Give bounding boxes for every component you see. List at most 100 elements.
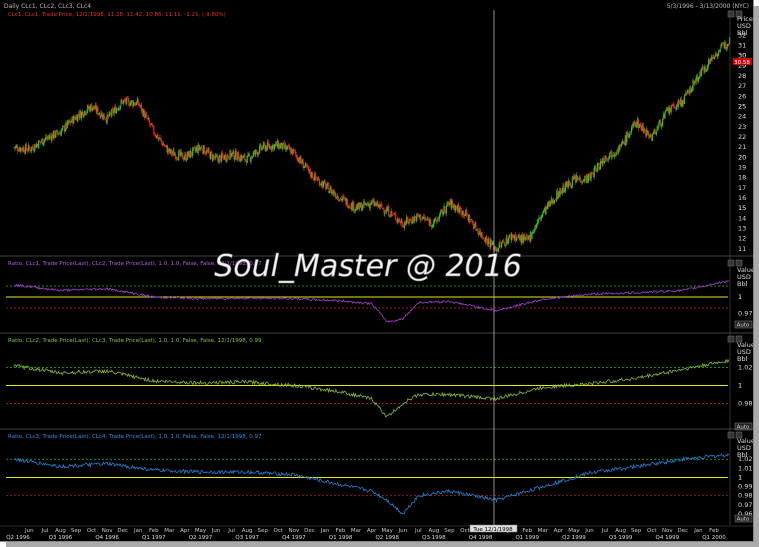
price-candle [430,220,432,225]
price-candle [605,156,607,158]
month-tick-label: Dec [304,528,315,534]
price-candle [362,203,364,208]
price-candle [161,139,163,142]
price-candle [80,111,83,119]
price-candle [611,156,613,158]
price-candle [33,150,35,152]
price-candle [441,210,444,216]
price-candle [160,137,162,140]
quarter-label: Q2 1997 [189,535,213,541]
price-candle [420,214,422,221]
price-candle [61,128,63,131]
price-candle [255,150,258,153]
price-candle [109,112,111,114]
price-candle [234,158,236,160]
price-candle [584,175,586,181]
price-candle [486,236,488,240]
price-candle [318,178,320,180]
quarter-label: Q2 1999 [562,535,586,541]
price-candle [353,202,355,212]
price-candle [154,134,156,137]
price-candle [466,214,468,215]
price-candle [384,212,386,215]
month-tick-label: Apr [180,528,190,534]
price-tick-label: 26 [738,92,746,100]
price-candle [176,157,178,159]
price-candle [413,217,416,222]
price-candle [595,167,597,170]
crosshair-date: Tue 12/1/1998 [472,527,513,533]
price-candle [199,147,202,149]
price-candle [504,245,507,246]
price-candle [469,220,472,222]
price-candle [224,154,227,161]
month-tick-label: Oct [274,528,284,534]
month-tick-label: Mar [538,528,549,534]
panel-collapse-icon[interactable] [727,335,735,343]
month-tick-label: May [195,528,207,534]
price-candle [145,113,147,115]
month-tick-label: Jan [320,528,330,534]
price-candle [244,154,246,160]
month-tick-label: Aug [55,528,66,534]
month-tick-label: Jun [24,528,34,534]
month-tick-label: Jul [601,528,609,534]
price-tick-label: 31 [738,41,746,49]
price-candle [263,142,265,145]
panel-collapse-icon[interactable] [727,431,735,439]
price-candle [227,156,230,159]
price-tick-label: 25 [738,102,746,110]
price-candle [293,149,295,150]
price-candle [665,110,667,113]
panel-collapse-icon[interactable] [727,10,735,18]
price-tick-label: 27 [738,82,746,90]
price-candle [560,188,562,193]
month-tick-label: Jan [133,528,143,534]
price-candle [374,203,377,204]
price-candle [286,147,288,150]
price-candle [448,203,451,205]
price-candle [648,131,650,137]
panel-collapse-icon[interactable] [727,259,735,267]
price-candle [421,218,423,220]
price-candle [600,161,602,163]
price-candle [325,187,328,189]
price-candle [709,59,711,64]
price-candle [537,219,539,224]
month-tick-label: Oct [647,528,657,534]
price-candle [440,210,442,213]
price-candle [683,94,686,104]
price-candle [315,177,318,179]
price-candle [439,212,441,217]
ratio-series-line [13,358,730,418]
price-candle [153,126,155,134]
date-range: 5/3/1996 - 3/13/2000 (NYC) [667,3,749,10]
quarter-label: Q3 1997 [235,535,259,541]
price-candle [525,237,527,240]
quarter-label: Q2 1996 [6,535,30,541]
month-tick-label: Dec [117,528,128,534]
price-candle [409,219,412,220]
price-candle [573,178,575,180]
price-candle [46,137,48,139]
price-candle [349,206,351,207]
price-candle [85,113,87,115]
quarter-label: Q1 1999 [515,535,539,541]
price-tick-label: 24 [738,113,746,121]
ratio-tick-label: 0.98 [738,400,752,408]
price-candle [408,222,410,224]
price-candle [472,222,474,224]
price-candle [532,231,535,234]
ratio-tick-label: 1 [738,382,742,390]
price-candle [522,236,524,243]
month-tick-label: Jul [414,528,422,534]
price-candle [382,207,384,210]
price-tick-label: 22 [738,133,746,141]
price-candle [471,219,473,223]
price-candle [122,100,125,104]
price-candle [590,173,592,180]
price-candle [654,130,656,133]
price-candle [705,70,707,72]
chart-title: Daily CLc1, CLc2, CLc3, CLc4 [4,3,91,10]
price-candle [27,150,29,152]
